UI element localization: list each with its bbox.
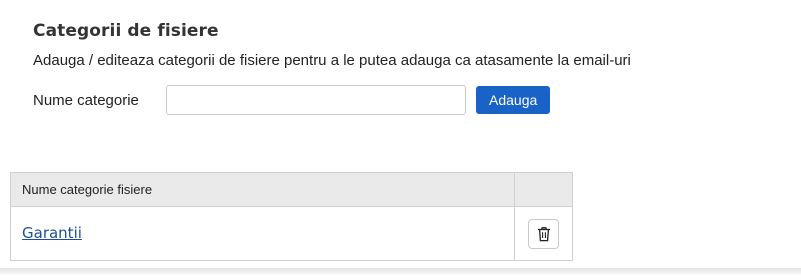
table-row: Garantii [10,206,573,261]
page-title: Categorii de fisiere [33,21,219,41]
categories-table: Nume categorie fisiere Garantii [10,172,573,261]
bottom-divider [0,268,801,274]
category-name-cell: Garantii [10,206,515,261]
add-category-form: Nume categorie Adauga [33,85,551,115]
table-header-row: Nume categorie fisiere [10,172,573,207]
category-name-label: Nume categorie [33,91,139,109]
add-button[interactable]: Adauga [476,86,551,114]
column-header-name: Nume categorie fisiere [10,172,515,207]
page: Categorii de fisiere Adauga / editeaza c… [0,0,801,280]
page-subtitle: Adauga / editeaza categorii de fisiere p… [33,52,631,69]
delete-category-button[interactable] [528,218,559,249]
column-header-actions [514,172,573,207]
trash-icon [537,226,550,241]
category-link[interactable]: Garantii [22,224,82,242]
category-actions-cell [514,206,573,261]
category-name-input[interactable] [166,85,466,115]
